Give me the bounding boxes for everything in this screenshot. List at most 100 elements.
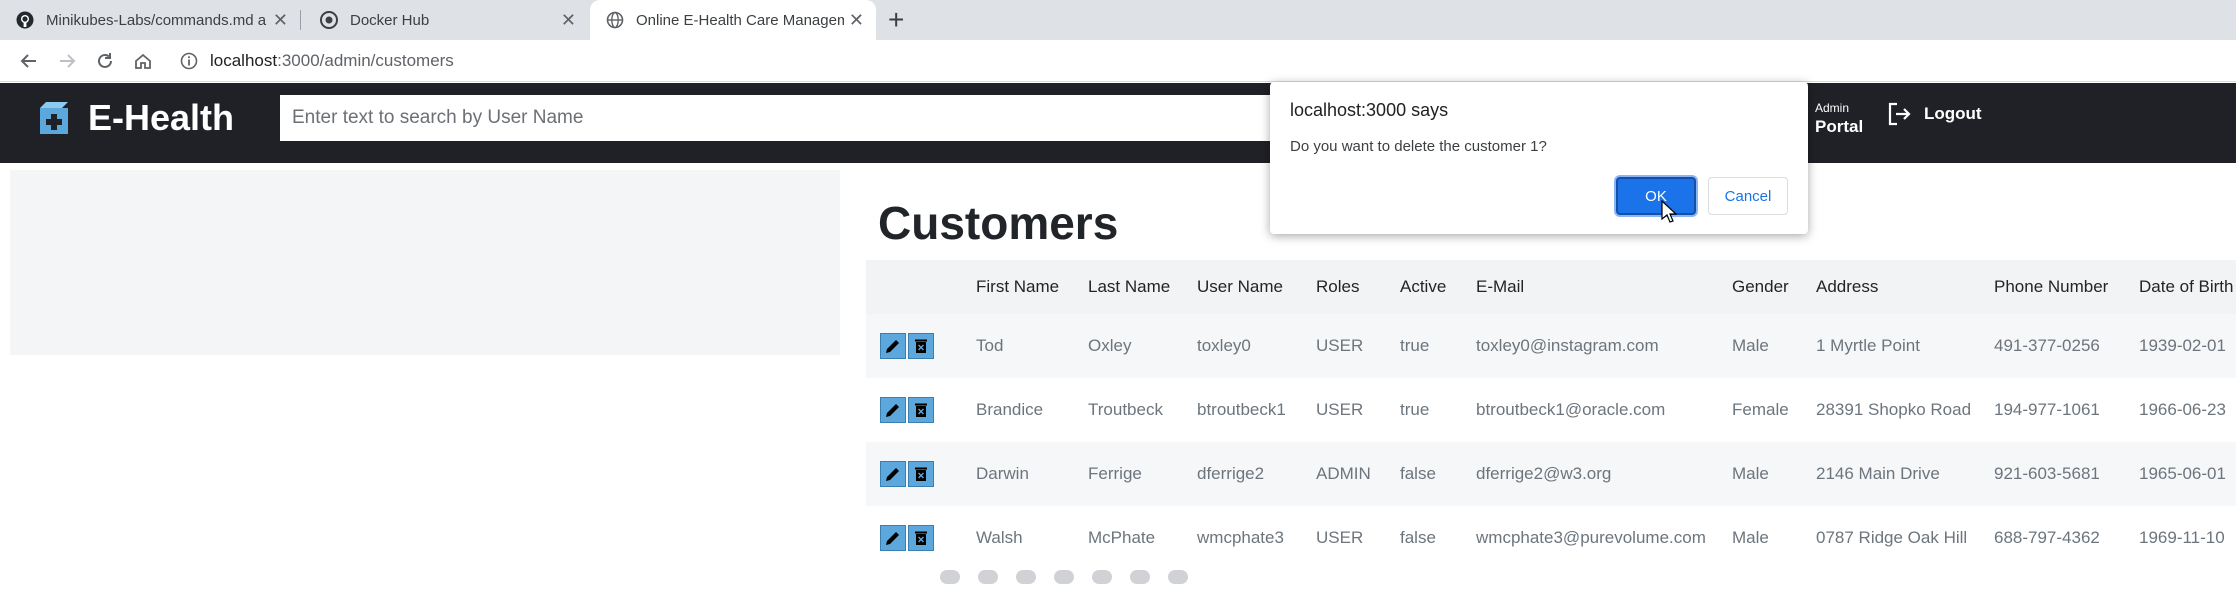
cell-first-name: Tod	[976, 336, 1004, 355]
edit-button[interactable]	[880, 461, 906, 487]
cell-roles: USER	[1316, 400, 1364, 419]
address-bar: localhost:3000/admin/customers	[0, 40, 2236, 82]
trash-icon	[915, 531, 927, 545]
col-first-name[interactable]: First Name	[976, 260, 1088, 314]
brand[interactable]: E-Health	[36, 97, 234, 139]
col-gender[interactable]: Gender	[1732, 260, 1816, 314]
cell-user-name: btroutbeck1	[1197, 400, 1286, 419]
back-icon[interactable]	[16, 48, 42, 74]
close-tab-icon[interactable]: ✕	[561, 10, 576, 30]
health-logo-icon	[40, 102, 68, 134]
dialog-message: Do you want to delete the customer 1?	[1290, 138, 1547, 155]
forward-icon[interactable]	[54, 48, 80, 74]
page-title: Customers	[878, 197, 1119, 249]
cell-address: 28391 Shopko Road	[1816, 400, 1972, 419]
app-header: E-Health Admin Portal Logout	[0, 83, 2236, 163]
col-last-name[interactable]: Last Name	[1088, 260, 1197, 314]
new-tab-button[interactable]: +	[888, 4, 904, 36]
delete-button[interactable]	[908, 461, 934, 487]
tab-docker-hub[interactable]: Docker Hub ✕	[304, 0, 588, 40]
url-host: localhost	[210, 51, 278, 70]
col-user-name[interactable]: User Name	[1197, 260, 1316, 314]
cancel-button[interactable]: Cancel	[1708, 177, 1788, 215]
cell-gender: Female	[1732, 400, 1789, 419]
docker-icon	[320, 11, 338, 29]
close-tab-icon[interactable]: ✕	[273, 10, 288, 30]
table-header-row: First Name Last Name User Name Roles Act…	[866, 260, 2236, 314]
col-phone-number[interactable]: Phone Number	[1994, 260, 2139, 314]
table-row: Darwin Ferrige dferrige2 ADMIN false dfe…	[866, 442, 2236, 506]
cell-date-of-birth: 1966-06-23	[2139, 400, 2226, 419]
cell-active: false	[1400, 464, 1436, 483]
url-field[interactable]: localhost:3000/admin/customers	[180, 46, 454, 76]
cell-last-name: McPhate	[1088, 528, 1156, 547]
cell-phone-number: 688-797-4362	[1994, 528, 2100, 547]
tab-label: Docker Hub	[350, 11, 430, 29]
cell-user-name: wmcphate3	[1197, 528, 1284, 547]
home-icon[interactable]	[130, 48, 156, 74]
row-actions	[866, 378, 976, 442]
logout-button[interactable]: Logout	[1886, 101, 1982, 127]
pagination-partial	[940, 570, 1300, 590]
logout-label: Logout	[1924, 104, 1982, 123]
pencil-icon	[886, 340, 899, 353]
mouse-cursor-icon	[1661, 200, 1677, 223]
cell-email: btroutbeck1@oracle.com	[1476, 400, 1666, 419]
reload-icon[interactable]	[92, 48, 118, 74]
row-actions	[866, 314, 976, 378]
cell-active: false	[1400, 528, 1436, 547]
cell-date-of-birth: 1965-06-01	[2139, 464, 2226, 483]
logout-icon	[1888, 102, 1911, 126]
delete-button[interactable]	[908, 333, 934, 359]
pencil-icon	[886, 468, 899, 481]
browser-tab-strip: Minikubes-Labs/commands.md a ✕ Docker Hu…	[0, 0, 2236, 40]
col-email[interactable]: E-Mail	[1476, 260, 1732, 314]
edit-button[interactable]	[880, 397, 906, 423]
side-panel	[10, 170, 840, 355]
cell-email: wmcphate3@purevolume.com	[1476, 528, 1706, 547]
cell-address: 2146 Main Drive	[1816, 464, 1940, 483]
ok-button[interactable]: OK	[1616, 177, 1696, 215]
cell-user-name: toxley0	[1197, 336, 1251, 355]
cell-active: true	[1400, 336, 1430, 355]
cell-roles: USER	[1316, 336, 1364, 355]
cell-phone-number: 921-603-5681	[1994, 464, 2100, 483]
info-icon[interactable]	[180, 52, 198, 70]
portal-role-label: Admin	[1815, 101, 1850, 115]
pencil-icon	[886, 404, 899, 417]
table-row: Brandice Troutbeck btroutbeck1 USER true…	[866, 378, 2236, 442]
cell-roles: USER	[1316, 528, 1364, 547]
row-actions	[866, 442, 976, 506]
portal-label: Portal	[1815, 117, 1864, 136]
delete-button[interactable]	[908, 397, 934, 423]
tab-ehealth[interactable]: Online E-Health Care Manageme ✕	[590, 0, 876, 40]
col-active[interactable]: Active	[1400, 260, 1476, 314]
cell-first-name: Darwin	[976, 464, 1029, 483]
customers-table: First Name Last Name User Name Roles Act…	[866, 260, 2236, 570]
cell-active: true	[1400, 400, 1430, 419]
portal-switcher[interactable]: Admin Portal	[1815, 101, 1863, 137]
tab-github[interactable]: Minikubes-Labs/commands.md a ✕	[0, 0, 300, 40]
col-date-of-birth[interactable]: Date of Birth	[2139, 260, 2236, 314]
edit-button[interactable]	[880, 525, 906, 551]
cell-user-name: dferrige2	[1197, 464, 1265, 483]
cell-gender: Male	[1732, 528, 1769, 547]
col-address[interactable]: Address	[1816, 260, 1994, 314]
row-actions	[866, 506, 976, 570]
col-roles[interactable]: Roles	[1316, 260, 1400, 314]
cell-last-name: Troutbeck	[1088, 400, 1163, 419]
brand-title: E-Health	[88, 97, 235, 138]
trash-icon	[915, 403, 927, 417]
cell-email: dferrige2@w3.org	[1476, 464, 1612, 483]
url-path: :3000/admin/customers	[277, 51, 454, 70]
table-row: Walsh McPhate wmcphate3 USER false wmcph…	[866, 506, 2236, 570]
close-tab-icon[interactable]: ✕	[849, 10, 864, 30]
dialog-title: localhost:3000 says	[1290, 100, 1449, 120]
delete-button[interactable]	[908, 525, 934, 551]
globe-icon	[606, 11, 624, 29]
cell-phone-number: 491-377-0256	[1994, 336, 2100, 355]
col-actions	[866, 260, 976, 314]
search-input[interactable]	[280, 95, 1280, 141]
edit-button[interactable]	[880, 333, 906, 359]
github-icon	[16, 11, 34, 29]
